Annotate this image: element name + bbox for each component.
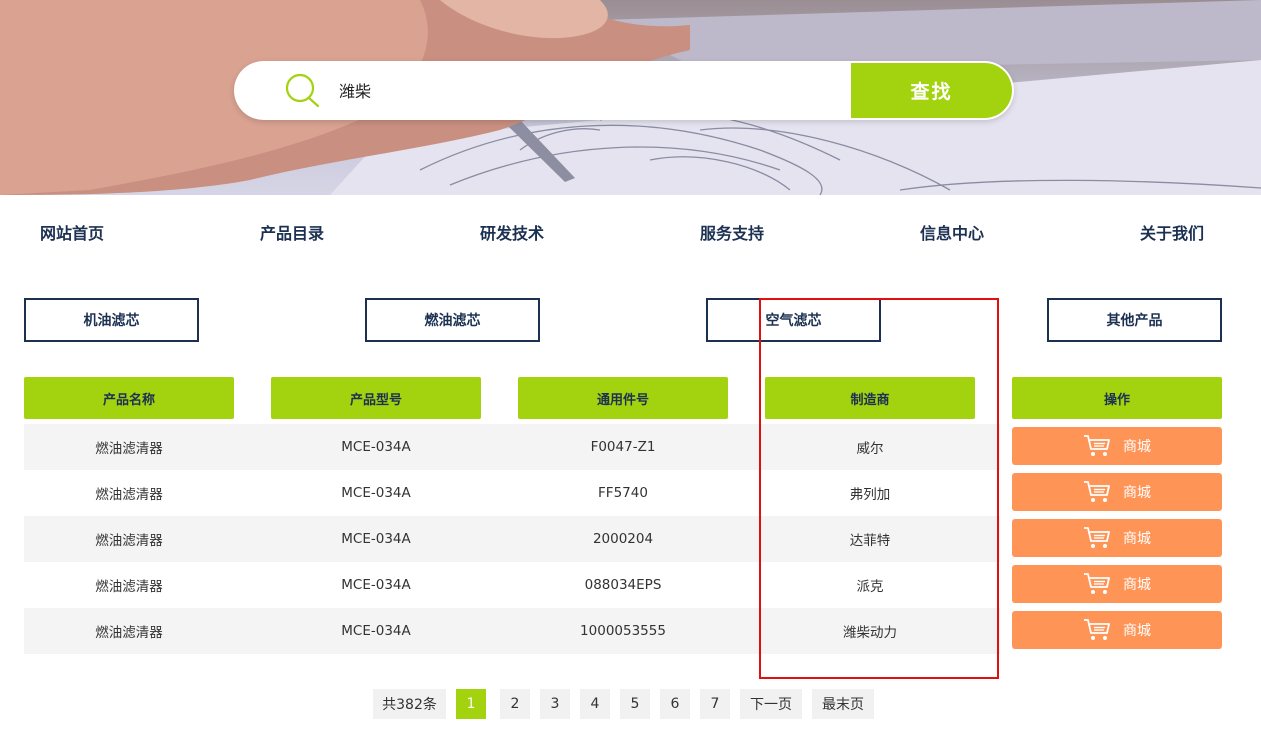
next-page-button[interactable]: 下一页 xyxy=(740,689,802,719)
search-icon xyxy=(285,73,320,108)
cell-maker: 达菲特 xyxy=(849,533,891,549)
page-2-button[interactable]: 2 xyxy=(500,689,530,719)
category-tab-air[interactable]: 空气滤芯 xyxy=(706,298,881,342)
category-tab-other[interactable]: 其他产品 xyxy=(1047,298,1222,342)
column-header-maker: 制造商 xyxy=(765,377,975,419)
nav-item-catalog[interactable]: 产品目录 xyxy=(260,220,324,244)
cell-model: MCE-034A xyxy=(341,485,411,501)
table-row: 燃油滤清器 MCE-034A 2000204 达菲特 xyxy=(24,516,1000,562)
shop-button[interactable]: 商城 xyxy=(1012,565,1222,603)
page-6-button[interactable]: 6 xyxy=(660,689,690,719)
cart-icon xyxy=(1084,527,1110,548)
column-header-part: 通用件号 xyxy=(518,377,728,419)
search-button[interactable]: 查找 xyxy=(851,63,1012,118)
column-header-name: 产品名称 xyxy=(24,377,234,419)
column-header-action: 操作 xyxy=(1012,377,1222,419)
nav-item-news[interactable]: 信息中心 xyxy=(920,220,984,244)
cell-maker: 潍柴动力 xyxy=(843,625,897,641)
main-nav: 网站首页 产品目录 研发技术 服务支持 信息中心 关于我们 xyxy=(0,220,1261,244)
table-row: 燃油滤清器 MCE-034A FF5740 弗列加 xyxy=(24,470,1000,516)
cell-part: 1000053555 xyxy=(580,623,666,639)
search-bar: 查找 xyxy=(234,61,1014,120)
nav-item-rnd[interactable]: 研发技术 xyxy=(480,220,544,244)
cell-model: MCE-034A xyxy=(341,439,411,455)
cart-icon xyxy=(1084,481,1110,502)
pagination: 共382条 1 2 3 4 5 6 7 下一页 最末页 xyxy=(0,689,1261,719)
hero-banner: 查找 xyxy=(0,0,1261,195)
cell-name: 燃油滤清器 xyxy=(95,625,163,641)
column-header-model: 产品型号 xyxy=(271,377,481,419)
shop-button-label: 商城 xyxy=(1123,439,1151,455)
table-row: 燃油滤清器 MCE-034A 088034EPS 派克 xyxy=(24,562,1000,608)
cell-name: 燃油滤清器 xyxy=(95,579,163,595)
table-row: 燃油滤清器 MCE-034A F0047-Z1 威尔 xyxy=(24,424,1000,470)
shop-button[interactable]: 商城 xyxy=(1012,473,1222,511)
cell-model: MCE-034A xyxy=(341,531,411,547)
page-7-button[interactable]: 7 xyxy=(700,689,730,719)
pagination-total: 共382条 xyxy=(373,689,446,719)
cell-name: 燃油滤清器 xyxy=(95,441,163,457)
cell-part: 2000204 xyxy=(592,531,654,547)
nav-item-home[interactable]: 网站首页 xyxy=(40,220,104,244)
cell-part: FF5740 xyxy=(598,485,648,501)
cell-part: 088034EPS xyxy=(584,577,662,593)
page-1-button[interactable]: 1 xyxy=(456,689,486,719)
shop-button-label: 商城 xyxy=(1123,485,1151,501)
cart-icon xyxy=(1084,435,1110,456)
cell-name: 燃油滤清器 xyxy=(95,533,163,549)
shop-button[interactable]: 商城 xyxy=(1012,427,1222,465)
cell-model: MCE-034A xyxy=(341,623,411,639)
shop-button-label: 商城 xyxy=(1123,531,1151,547)
table-row: 燃油滤清器 MCE-034A 1000053555 潍柴动力 xyxy=(24,608,1000,654)
cart-icon xyxy=(1084,573,1110,594)
cell-maker: 威尔 xyxy=(856,441,884,457)
nav-item-service[interactable]: 服务支持 xyxy=(700,220,764,244)
cell-maker: 派克 xyxy=(856,579,884,595)
shop-button-label: 商城 xyxy=(1123,623,1151,639)
page-3-button[interactable]: 3 xyxy=(540,689,570,719)
cell-name: 燃油滤清器 xyxy=(95,487,163,503)
page-5-button[interactable]: 5 xyxy=(620,689,650,719)
category-tab-fuel[interactable]: 燃油滤芯 xyxy=(365,298,540,342)
cell-model: MCE-034A xyxy=(341,577,411,593)
shop-button-label: 商城 xyxy=(1123,577,1151,593)
category-tab-oil[interactable]: 机油滤芯 xyxy=(24,298,199,342)
cell-maker: 弗列加 xyxy=(849,487,891,503)
shop-button[interactable]: 商城 xyxy=(1012,611,1222,649)
page-4-button[interactable]: 4 xyxy=(580,689,610,719)
cell-part: F0047-Z1 xyxy=(590,439,656,455)
cart-icon xyxy=(1084,619,1110,640)
nav-item-about[interactable]: 关于我们 xyxy=(1140,220,1204,244)
shop-button[interactable]: 商城 xyxy=(1012,519,1222,557)
search-input[interactable] xyxy=(339,75,819,105)
last-page-button[interactable]: 最末页 xyxy=(812,689,874,719)
